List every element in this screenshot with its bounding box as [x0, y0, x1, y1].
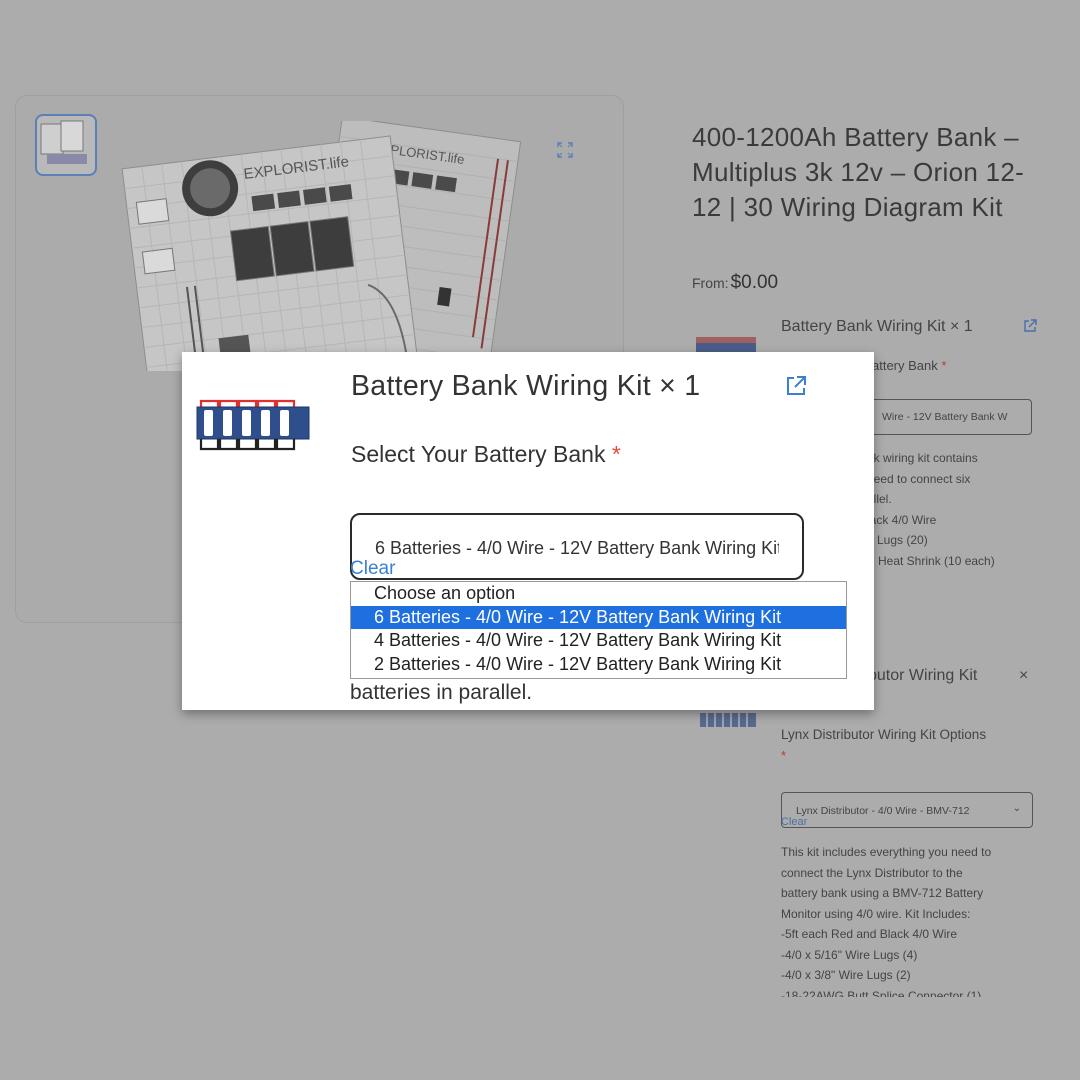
zoom-callout: Battery Bank Wiring Kit × 1 Select Your … [182, 352, 874, 710]
kit1-description: nk wiring kit contains need to connect s… [867, 451, 995, 568]
product-title: 400-1200Ah Battery Bank – Multiplus 3k 1… [692, 122, 1025, 222]
kit1-label: attery Bank * [872, 358, 947, 373]
kit-description-text: batteries in parallel. [350, 681, 533, 704]
clear-selection-link[interactable]: Clear [350, 558, 395, 580]
kit1-select-value: Wire - 12V Battery Bank W [882, 411, 1008, 423]
dropdown-option-selected[interactable]: 6 Batteries - 4/0 Wire - 12V Battery Ban… [351, 605, 846, 630]
kit2-clear-link[interactable]: Clear [781, 816, 807, 828]
price-value: $0.00 [730, 272, 779, 293]
dropdown-option[interactable]: 4 Batteries - 4/0 Wire - 12V Battery Ban… [351, 629, 846, 653]
wiring-diagram-image: EXPLORIST.life EXPLORIST.life [121, 121, 522, 371]
kit2-description: This kit includes everything you need to… [781, 845, 992, 997]
kit2-qty: × [1019, 667, 1029, 684]
price-label: From: [692, 275, 729, 291]
price-row: From: $0.00 [692, 272, 778, 294]
zoom-kit-title: Battery Bank Wiring Kit × 1 [351, 370, 701, 402]
dropdown-option[interactable]: Choose an option [351, 582, 846, 606]
battery-bank-kit-image [196, 399, 310, 451]
kit2-required-mark: * [781, 748, 787, 763]
external-link-icon[interactable] [785, 375, 807, 397]
battery-bank-dropdown[interactable]: Choose an option 6 Batteries - 4/0 Wire … [350, 581, 847, 679]
expand-icon[interactable] [557, 142, 573, 158]
kit2-select[interactable]: Lynx Distributor - 4/0 Wire - BMV-712 ⌄ [781, 792, 1033, 828]
select-battery-bank-label: Select Your Battery Bank * [351, 441, 621, 467]
lynx-kit-thumbnail [700, 713, 756, 727]
kit1-title: Battery Bank Wiring Kit × 1 [781, 318, 973, 335]
chevron-down-icon: ⌄ [1012, 803, 1021, 814]
kit2-label: Lynx Distributor Wiring Kit Options [781, 727, 987, 742]
battery-bank-select-value: 6 Batteries - 4/0 Wire - 12V Battery Ban… [375, 538, 779, 558]
dropdown-option[interactable]: 2 Batteries - 4/0 Wire - 12V Battery Ban… [351, 653, 846, 677]
kit2-title: butor Wiring Kit [868, 667, 978, 684]
external-link-icon[interactable] [1023, 319, 1037, 333]
battery-bank-select[interactable]: 6 Batteries - 4/0 Wire - 12V Battery Ban… [350, 513, 804, 580]
kit2-select-value: Lynx Distributor - 4/0 Wire - BMV-712 [796, 805, 970, 817]
gallery-thumbnail[interactable] [35, 114, 97, 176]
